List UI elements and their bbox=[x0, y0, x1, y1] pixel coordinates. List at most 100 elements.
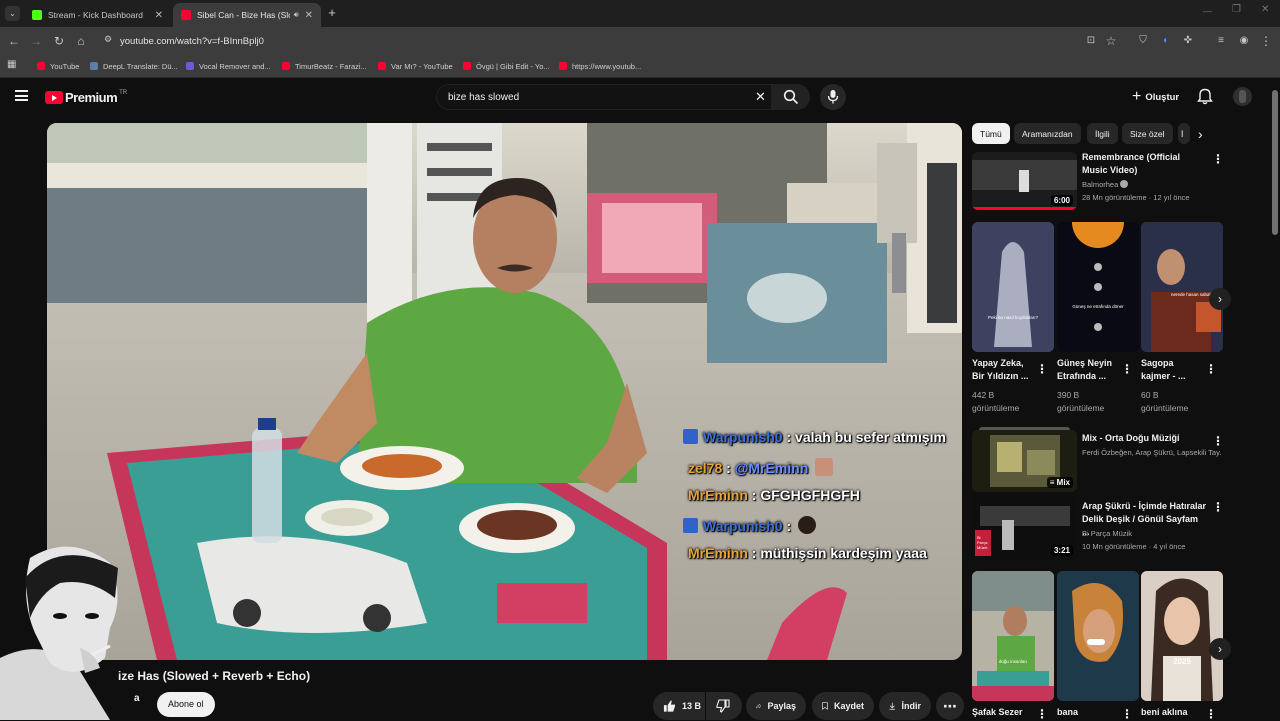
new-tab-button[interactable]: + bbox=[325, 5, 339, 21]
apps-grid-icon[interactable]: ▦ bbox=[7, 59, 16, 70]
more-options-icon[interactable]: ⋮ bbox=[1121, 708, 1133, 720]
shorts-next-button[interactable]: › bbox=[1209, 288, 1231, 310]
bookmark-var-mi[interactable]: Var Mı? - YouTube bbox=[378, 59, 453, 73]
short-thumbnail[interactable]: doğu insanları bbox=[972, 571, 1054, 701]
account-avatar[interactable] bbox=[1233, 87, 1252, 106]
download-button[interactable]: İndir bbox=[879, 692, 931, 720]
audio-playing-icon[interactable]: 🔊︎ bbox=[294, 10, 299, 20]
related-video-title[interactable]: Remembrance (Official Music Video) bbox=[1082, 151, 1207, 177]
youtube-favicon-icon bbox=[181, 10, 191, 20]
dislike-button[interactable] bbox=[706, 692, 742, 720]
bookmark-ovgu[interactable]: Övgü | Gibi Edit - Yo... bbox=[463, 59, 550, 73]
short-thumbnail[interactable]: nerede hasan sabah bbox=[1141, 222, 1223, 352]
minimize-window-icon[interactable]: — bbox=[1203, 6, 1212, 16]
more-options-icon[interactable]: ⋮ bbox=[1205, 363, 1217, 375]
bookmark-star-icon[interactable]: ☆ bbox=[1103, 33, 1119, 49]
emote-dark-face-icon bbox=[798, 516, 817, 534]
browser-menu-icon[interactable]: ⋮ bbox=[1258, 33, 1274, 49]
more-options-icon[interactable]: ⋮ bbox=[1036, 363, 1048, 375]
home-icon[interactable]: ⌂ bbox=[73, 33, 89, 49]
chip-more[interactable]: İ bbox=[1178, 123, 1190, 144]
close-tab-icon[interactable]: ✕ bbox=[155, 10, 163, 21]
more-actions-button[interactable]: ⋯ bbox=[936, 692, 964, 720]
related-video-channel[interactable]: Bi Parça Müzik bbox=[1082, 528, 1132, 539]
back-arrow-icon[interactable]: ← bbox=[6, 33, 22, 49]
chip-all[interactable]: Tümü bbox=[972, 123, 1010, 144]
install-app-icon[interactable]: ⊡ bbox=[1083, 33, 1099, 49]
shorts-next-button[interactable]: › bbox=[1209, 638, 1231, 660]
short-title[interactable]: beni aklına bbox=[1141, 706, 1203, 719]
short-title[interactable]: Sagopa kajmer - ... bbox=[1141, 357, 1203, 383]
channel-name[interactable]: a bbox=[134, 693, 140, 704]
site-info-icon[interactable]: ⚙ bbox=[104, 34, 112, 45]
save-button[interactable]: Kaydet bbox=[812, 692, 874, 720]
video-player[interactable]: Warpunish0 : valah bu sefer atmışım zel7… bbox=[47, 123, 962, 660]
mix-badge: ≡ Mix bbox=[1046, 477, 1073, 488]
search-button[interactable] bbox=[772, 84, 810, 110]
short-thumbnail[interactable]: 2025 bbox=[1141, 571, 1223, 701]
verified-check-icon bbox=[1120, 180, 1129, 188]
mix-title[interactable]: Mix - Orta Doğu Müziği bbox=[1082, 432, 1207, 445]
chat-line: Warpunish0 : valah bu sefer atmışım bbox=[683, 429, 946, 445]
short-title[interactable]: bana bbox=[1057, 706, 1119, 719]
extensions-puzzle-icon[interactable]: ✜ bbox=[1180, 33, 1196, 49]
share-button[interactable]: Paylaş bbox=[746, 692, 806, 720]
create-button[interactable]: + Oluştur bbox=[1126, 86, 1185, 108]
short-thumbnail[interactable]: Güneş ne etrafında döner bbox=[1057, 222, 1139, 352]
bookmark-label: Var Mı? - YouTube bbox=[391, 61, 453, 71]
forward-arrow-icon[interactable]: → bbox=[28, 33, 44, 49]
like-button[interactable]: 13 B bbox=[653, 692, 705, 720]
more-options-icon[interactable]: ⋮ bbox=[1212, 501, 1224, 513]
short-title[interactable]: Yapay Zeka, Bir Yıldızın ... bbox=[972, 357, 1034, 383]
search-input[interactable]: bize has slowed ✕ bbox=[436, 84, 772, 110]
tab-search-button[interactable]: ⌄ bbox=[5, 6, 20, 21]
download-label: İndir bbox=[901, 701, 922, 711]
chip-from-search[interactable]: Aramanızdan bbox=[1014, 123, 1081, 144]
reload-icon[interactable]: ↻ bbox=[51, 33, 67, 49]
bookmark-deepl[interactable]: DeepL Translate: Dü... bbox=[90, 59, 178, 73]
voice-search-button[interactable] bbox=[820, 84, 846, 110]
bookmark-youtube[interactable]: YouTube bbox=[37, 59, 79, 73]
short-thumbnail[interactable] bbox=[1057, 571, 1139, 701]
short-thumbnail[interactable]: Peki bu nasıl koydukları? bbox=[972, 222, 1054, 352]
browser-tab-youtube[interactable]: Sibel Can - Bize Has (Slowe 🔊︎ ✕ bbox=[173, 3, 321, 27]
mix-thumbnail[interactable]: ≡ Mix bbox=[972, 430, 1077, 492]
more-options-icon[interactable]: ⋮ bbox=[1121, 363, 1133, 375]
chip-related[interactable]: İlgili bbox=[1087, 123, 1118, 144]
video-thumbnail[interactable]: Bi Parça Müzik 3:21 bbox=[972, 498, 1077, 560]
browser-tab-kick[interactable]: Stream - Kick Dashboard ✕ bbox=[24, 3, 171, 27]
media-controls-icon[interactable]: ≡ bbox=[1213, 33, 1229, 49]
notifications-bell-icon[interactable] bbox=[1197, 88, 1213, 110]
thumbnail-caption: Bi Parça Müzik bbox=[977, 535, 988, 550]
bookmark-youtube-url[interactable]: https://www.youtub... bbox=[559, 59, 641, 73]
shield-extension-icon[interactable]: ⛉ bbox=[1135, 33, 1151, 49]
bookmark-timurbeatz[interactable]: TimurBeatz - Farazi... bbox=[282, 59, 367, 73]
chips-next-chevron-icon[interactable]: › bbox=[1198, 126, 1203, 142]
close-tab-icon[interactable]: ✕ bbox=[305, 10, 313, 21]
address-bar[interactable]: ⚙ youtube.com/watch?v=f-BInnBplj0 bbox=[100, 30, 1130, 52]
hamburger-menu-icon[interactable] bbox=[15, 90, 28, 101]
more-options-icon[interactable]: ⋮ bbox=[1212, 435, 1224, 447]
page-scrollbar[interactable] bbox=[1272, 90, 1278, 235]
bookmark-vocal-remover[interactable]: Vocal Remover and... bbox=[186, 59, 271, 73]
chat-username: zel78 bbox=[688, 460, 723, 476]
thumbnail-image bbox=[972, 571, 1054, 701]
chat-username: MrEminn bbox=[688, 545, 748, 561]
short-title[interactable]: Güneş Neyin Etrafında ... bbox=[1057, 357, 1119, 383]
related-video-channel[interactable]: Balmorhea bbox=[1082, 179, 1129, 190]
video-thumbnail[interactable]: 6:00 bbox=[972, 152, 1077, 210]
subscribe-button[interactable]: Abone ol bbox=[157, 692, 215, 717]
clear-search-icon[interactable]: ✕ bbox=[755, 89, 766, 105]
more-options-icon[interactable]: ⋮ bbox=[1036, 708, 1048, 720]
restore-window-icon[interactable]: ❐ bbox=[1232, 4, 1241, 15]
translate-extension-icon[interactable]: ◖ bbox=[1157, 33, 1173, 49]
short-title[interactable]: Şafak Sezer bbox=[972, 706, 1034, 719]
thumbnail-image bbox=[1141, 222, 1223, 352]
profile-avatar-icon[interactable]: ◉ bbox=[1236, 33, 1252, 49]
more-options-icon[interactable]: ⋮ bbox=[1205, 708, 1217, 720]
youtube-premium-logo[interactable]: Premium TR bbox=[45, 90, 127, 105]
close-window-icon[interactable]: ✕ bbox=[1261, 4, 1269, 15]
chat-username: Warpunish0 bbox=[703, 518, 783, 534]
chip-for-you[interactable]: Size özel bbox=[1122, 123, 1173, 144]
more-options-icon[interactable]: ⋮ bbox=[1212, 153, 1224, 165]
